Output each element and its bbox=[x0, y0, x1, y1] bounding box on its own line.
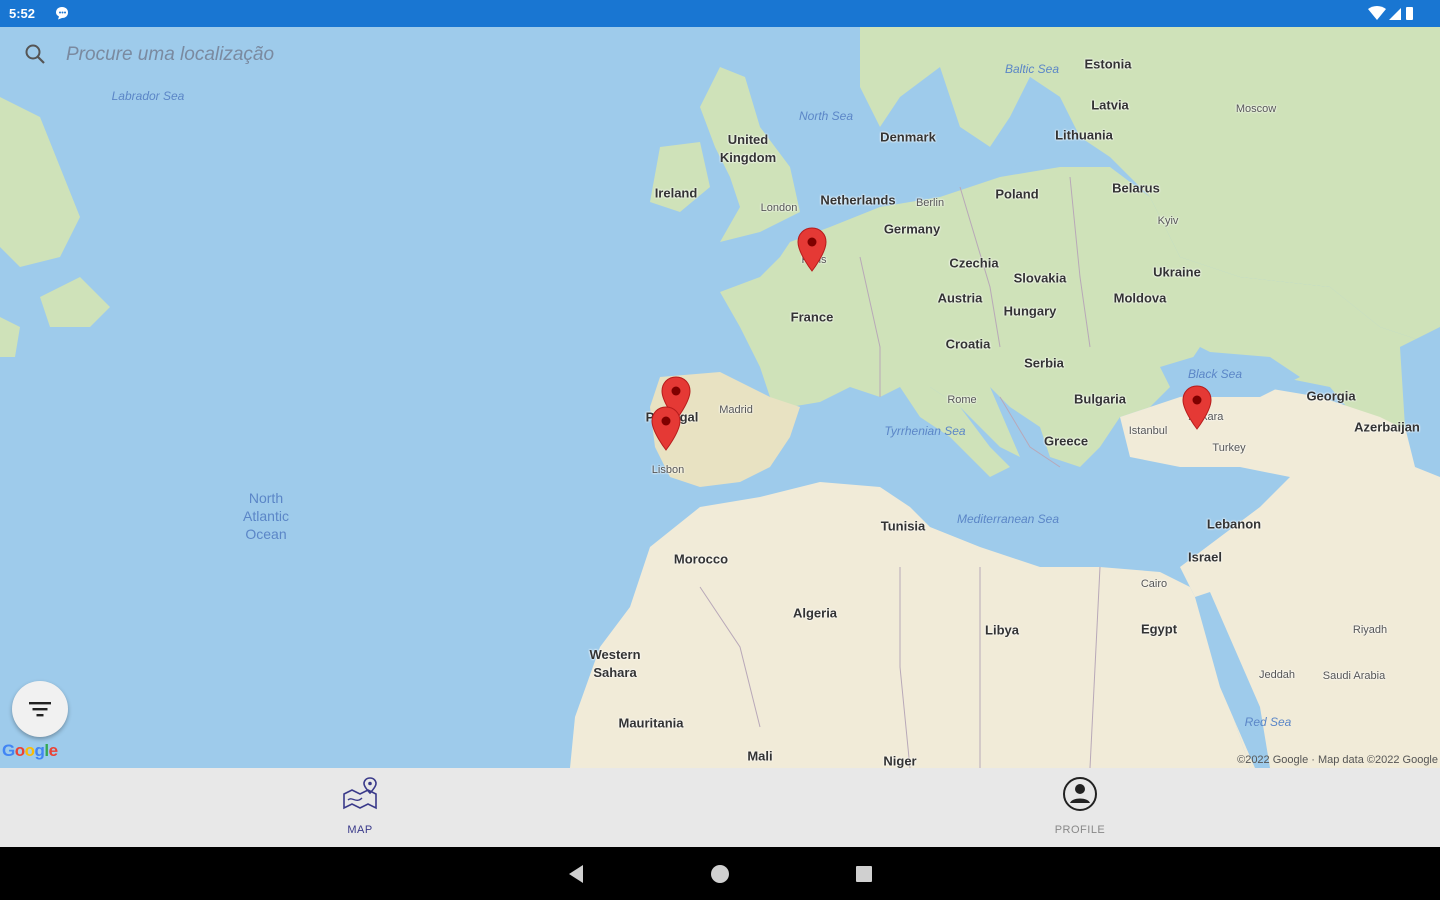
city-label: Cairo bbox=[1140, 578, 1168, 590]
sea-label: Mediterranean Sea bbox=[956, 512, 1060, 526]
country-label: Lebanon bbox=[1206, 516, 1262, 532]
bottom-navigation: MAP PROFILE bbox=[0, 768, 1440, 847]
country-label: Netherlands bbox=[820, 192, 896, 208]
country-label: Georgia bbox=[1306, 388, 1356, 404]
country-label: Denmark bbox=[880, 129, 936, 145]
filter-icon bbox=[29, 702, 51, 717]
country-label: Mauritania bbox=[618, 715, 684, 731]
ocean-label: North Atlantic Ocean bbox=[243, 490, 289, 542]
chat-icon bbox=[56, 7, 68, 20]
map-attribution[interactable]: ©2022 Google · Map data ©2022 Google bbox=[1237, 754, 1438, 766]
back-icon[interactable] bbox=[564, 862, 588, 886]
status-icons bbox=[1368, 6, 1413, 20]
country-label: Algeria bbox=[792, 605, 838, 621]
recents-icon[interactable] bbox=[852, 862, 876, 886]
map-view[interactable]: Labrador Sea Baltic Sea North Sea Black … bbox=[0, 27, 1440, 768]
sea-label: Labrador Sea bbox=[111, 89, 185, 103]
nav-map-tab[interactable]: MAP bbox=[0, 768, 720, 847]
nav-map-label: MAP bbox=[347, 824, 373, 836]
city-label: Lisbon bbox=[651, 464, 685, 476]
search-bar bbox=[0, 27, 600, 81]
google-logo: Google bbox=[2, 741, 58, 760]
country-label: Niger bbox=[883, 753, 917, 769]
wifi-icon bbox=[1368, 6, 1386, 20]
sea-label: Red Sea bbox=[1244, 715, 1292, 729]
system-navigation-bar bbox=[0, 847, 1440, 900]
status-bar: 5:52 bbox=[0, 0, 1440, 27]
city-label: Madrid bbox=[719, 404, 753, 416]
city-label: Moscow bbox=[1235, 103, 1277, 115]
city-label: Kyiv bbox=[1157, 215, 1179, 227]
city-label: London bbox=[760, 202, 798, 214]
city-label: Saudi Arabia bbox=[1322, 670, 1386, 682]
country-label: Slovakia bbox=[1013, 270, 1067, 286]
home-icon[interactable] bbox=[708, 862, 732, 886]
nav-profile-label: PROFILE bbox=[1054, 824, 1106, 836]
paris-marker[interactable] bbox=[797, 227, 827, 273]
ankara-marker[interactable] bbox=[1182, 385, 1212, 431]
country-label: United Kingdom bbox=[719, 132, 777, 165]
sea-label: North Sea bbox=[798, 109, 854, 123]
city-label: Jeddah bbox=[1258, 669, 1296, 681]
country-label: Bulgaria bbox=[1073, 391, 1127, 407]
sea-label: Black Sea bbox=[1187, 367, 1243, 381]
country-label: Belarus bbox=[1112, 180, 1160, 196]
country-label: Israel bbox=[1188, 549, 1222, 565]
lisbon-area-marker[interactable] bbox=[651, 406, 681, 452]
city-label: Berlin bbox=[915, 197, 945, 209]
country-label: Morocco bbox=[673, 551, 729, 567]
city-label: Turkey bbox=[1212, 442, 1246, 454]
city-label: Riyadh bbox=[1352, 624, 1388, 636]
country-label: France bbox=[790, 309, 834, 325]
country-label: Lithuania bbox=[1055, 127, 1113, 143]
country-label: Moldova bbox=[1113, 290, 1167, 306]
country-label: Egypt bbox=[1140, 621, 1178, 637]
country-label: Croatia bbox=[945, 336, 991, 352]
country-label: Poland bbox=[995, 186, 1039, 202]
country-label: Latvia bbox=[1091, 97, 1129, 113]
country-label: Ireland bbox=[654, 185, 698, 201]
sea-label: Baltic Sea bbox=[1004, 62, 1060, 76]
country-label: Azerbaijan bbox=[1354, 419, 1420, 435]
country-label: Mali bbox=[747, 748, 773, 764]
status-time: 5:52 bbox=[9, 6, 36, 21]
country-label: Western Sahara bbox=[589, 647, 641, 680]
search-icon[interactable] bbox=[24, 43, 46, 65]
country-label: Greece bbox=[1043, 433, 1089, 449]
country-label: Ukraine bbox=[1153, 264, 1201, 280]
search-input[interactable] bbox=[64, 41, 488, 69]
map-route-icon bbox=[343, 777, 377, 810]
sea-label: Tyrrhenian Sea bbox=[884, 424, 966, 438]
country-label: Estonia bbox=[1084, 56, 1132, 72]
filter-button[interactable] bbox=[12, 681, 68, 737]
nav-profile-tab[interactable]: PROFILE bbox=[720, 768, 1440, 847]
city-label: Rome bbox=[947, 394, 977, 406]
country-label: Serbia bbox=[1024, 355, 1064, 371]
signal-icon bbox=[1389, 8, 1401, 20]
city-label: Istanbul bbox=[1128, 425, 1168, 437]
country-label: Austria bbox=[937, 290, 983, 306]
country-label: Libya bbox=[985, 622, 1019, 638]
battery-icon bbox=[1406, 7, 1413, 20]
country-label: Czechia bbox=[949, 255, 999, 271]
country-label: Germany bbox=[883, 221, 941, 237]
country-label: Hungary bbox=[1003, 303, 1057, 319]
country-label: Tunisia bbox=[880, 518, 926, 534]
profile-icon bbox=[1063, 777, 1097, 811]
